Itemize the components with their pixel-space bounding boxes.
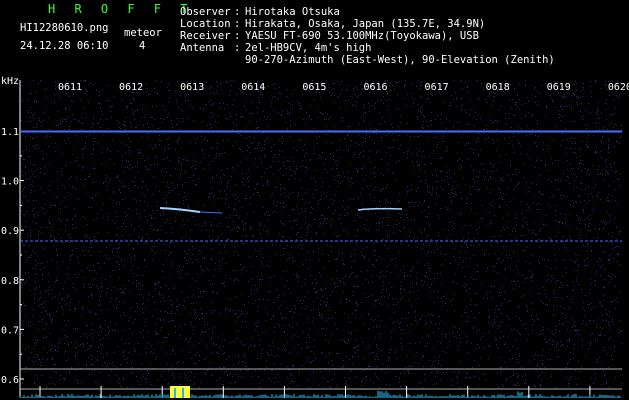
- x-tick-label: 0615: [302, 82, 326, 93]
- signals: [19, 130, 622, 398]
- axis-labels: kHz 1.1 1.0 0.9 0.8 0.7 0.6 0611 0612 0613 0614 061…: [1, 76, 629, 386]
- x-tick-label: 0611: [58, 82, 82, 93]
- x-tick-label: 0617: [425, 82, 449, 93]
- x-tick-label: 0613: [180, 82, 204, 93]
- meteor-peak-detail: [182, 388, 184, 398]
- y-tick-label: 0.6: [1, 375, 19, 386]
- y-tick-label: 1.1: [1, 127, 19, 138]
- meteor-echo-1-tail: [199, 211, 223, 214]
- x-tick-label: 0614: [241, 82, 265, 93]
- meteor-echo-2: [357, 207, 403, 211]
- noise-field: [20, 80, 622, 388]
- y-unit-label: kHz: [1, 76, 19, 87]
- x-tick-label: 0612: [119, 82, 143, 93]
- meteor-peak-detail: [174, 388, 176, 398]
- frame: [19, 80, 622, 398]
- signal-level-trace: [19, 390, 621, 398]
- meteor-peak-marker: [170, 386, 190, 398]
- y-tick-label: 0.7: [1, 325, 19, 336]
- x-tick-label: 0618: [486, 82, 510, 93]
- spectrogram: kHz 1.1 1.0 0.9 0.8 0.7 0.6 0611 0612 0613 0614 061…: [1, 76, 629, 398]
- x-tick-label: 0616: [363, 82, 387, 93]
- y-tick-label: 0.8: [1, 276, 19, 287]
- x-tick-label: 0620: [608, 82, 629, 93]
- y-tick-label: 1.0: [1, 177, 19, 188]
- noise-speckle: [20, 80, 622, 388]
- y-tick-label: 0.9: [1, 226, 19, 237]
- x-tick-label: 0619: [547, 82, 571, 93]
